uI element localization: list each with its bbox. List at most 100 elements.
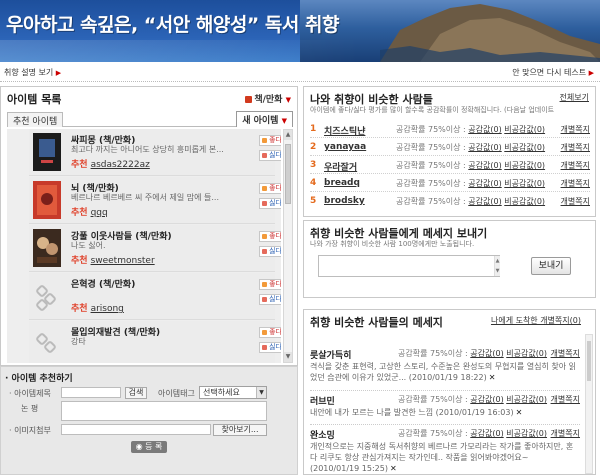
taste-description-link[interactable]: 취향 설명 보기 ▶ <box>4 67 61 78</box>
list-item[interactable]: 싸피몽 (책/만화) 최고다 까지는 아니어도 상당히 흥미롭게 본... 추천… <box>29 129 275 176</box>
agree-link[interactable]: 공감값(0) <box>468 197 501 206</box>
user-name-link[interactable]: breadq <box>324 178 360 188</box>
private-message-link[interactable]: 개별쪽지 <box>561 142 590 153</box>
disagree-link[interactable]: 비공감값(0) <box>506 349 547 358</box>
user-stat: 공감확률 75%이상 : 공감값(0) 비공감값(0) <box>396 161 546 170</box>
messages-scrollbar[interactable] <box>585 334 593 474</box>
register-icon: ◉ <box>135 442 143 451</box>
recommender-link[interactable]: sweetmonster <box>91 256 155 266</box>
disagree-link[interactable]: 비공감값(0) <box>504 197 545 206</box>
user-name-link[interactable]: brodsky <box>324 196 365 206</box>
recommender-link[interactable]: asdas2222az <box>91 160 150 170</box>
message-stat: 공감확률 75%이상 : 공감값(0) 비공감값(0) <box>398 349 548 358</box>
user-name-link[interactable]: 우라잘거 <box>324 160 357 173</box>
disagree-link[interactable]: 비공감값(0) <box>504 125 545 134</box>
private-message-link[interactable]: 개별쪽지 <box>551 394 580 405</box>
user-name-link[interactable]: yanayaa <box>324 142 366 152</box>
dislike-button[interactable]: 싫다 <box>259 294 281 305</box>
agree-link[interactable]: 공감값(0) <box>470 395 503 404</box>
list-item[interactable]: 강풀 이웃사람들 (책/만화) 나도 싫어. 추천 sweetmonster <box>29 225 275 272</box>
message-author[interactable]: 러브민 <box>310 394 335 407</box>
disagree-link[interactable]: 비공감값(0) <box>506 395 547 404</box>
message-textarea-scrollbar[interactable]: ▲ ▼ <box>494 256 500 276</box>
delete-icon[interactable]: ✕ <box>516 408 523 417</box>
message-item: 릇살가득히 공감확률 75%이상 : 공감값(0) 비공감값(0) 개별쪽지 격… <box>310 348 580 383</box>
send-message-subtitle: 나와 가장 취향이 비슷한 사람 100명에게만 노출됩니다. <box>310 240 475 248</box>
similar-user-row: 4 breadq 공감확률 75%이상 : 공감값(0) 비공감값(0) 개별쪽… <box>310 174 590 192</box>
private-message-link[interactable]: 개별쪽지 <box>561 178 590 189</box>
tag-select[interactable]: 선택하세요 ▼ <box>199 386 267 399</box>
like-button[interactable]: 좋다 <box>259 183 281 194</box>
private-message-link[interactable]: 개별쪽지 <box>561 124 590 135</box>
banner-title: 우아하고 속깊은, “서안 해양성” 독서 취향 <box>6 14 339 36</box>
book-cover-thumbnail <box>33 133 61 171</box>
like-button[interactable]: 좋다 <box>259 135 281 146</box>
item-title[interactable]: 은혁경 (책/만화) <box>71 277 135 290</box>
dislike-button[interactable]: 싫다 <box>259 150 281 161</box>
list-item[interactable]: 뇌 (책/만화) 베르나르 베르베르 씨 주에서 제일 맘에 들... 추천 qq… <box>29 177 275 224</box>
like-button[interactable]: 좋다 <box>259 279 281 290</box>
agree-link[interactable]: 공감값(0) <box>468 179 501 188</box>
message-author[interactable]: 릇살가득히 <box>310 348 351 361</box>
agree-link[interactable]: 공감값(0) <box>468 125 501 134</box>
dislike-button[interactable]: 싫다 <box>259 198 281 209</box>
private-message-link[interactable]: 개별쪽지 <box>551 428 580 439</box>
delete-icon[interactable]: ✕ <box>489 373 496 382</box>
item-name-input[interactable] <box>61 387 121 398</box>
item-list: 싸피몽 (책/만화) 최고다 까지는 아니어도 상당히 흥미롭게 본... 추천… <box>7 129 281 363</box>
user-name-link[interactable]: 치즈스틱냔 <box>324 124 365 137</box>
disagree-link[interactable]: 비공감값(0) <box>504 179 545 188</box>
tab-recommended[interactable]: 추천 아이템 <box>7 112 64 127</box>
dislike-button[interactable]: 싫다 <box>259 246 281 257</box>
message-stat: 공감확률 75%이상 : 공감값(0) 비공감값(0) <box>398 429 548 438</box>
inbox-link[interactable]: 나에게 도착한 개별쪽지(0) <box>491 315 581 326</box>
item-list-title: 아이템 목록 <box>7 93 62 106</box>
book-cover-thumbnail <box>33 181 61 219</box>
message-body: 개인적으로는 지중해성 독서취향의 베르나르 가모리라는 작가를 좋아하지만, … <box>310 442 574 473</box>
dislike-button[interactable]: 싫다 <box>259 342 281 353</box>
similar-user-row: 5 brodsky 공감확률 75%이상 : 공감값(0) 비공감값(0) 개별… <box>310 192 590 210</box>
messages-title: 취향 비슷한 사람들의 메세지 <box>310 316 443 329</box>
category-select[interactable]: 책/만화 ▼ <box>245 92 291 105</box>
item-recommender: 추천 sweetmonster <box>71 256 155 266</box>
disagree-link[interactable]: 비공감값(0) <box>506 429 547 438</box>
agree-link[interactable]: 공감값(0) <box>470 429 503 438</box>
placeholder-image-icon <box>33 277 61 315</box>
tab-new-items[interactable]: 새 아이템 ▼ <box>236 111 293 127</box>
scrollbar-thumb[interactable] <box>285 144 291 204</box>
recommender-link[interactable]: qqq <box>91 208 108 218</box>
delete-icon[interactable]: ✕ <box>390 464 397 473</box>
scroll-down-icon[interactable]: ▼ <box>284 352 292 362</box>
like-button[interactable]: 좋다 <box>259 231 281 242</box>
messages-panel: 취향 비슷한 사람들의 메세지 나에게 도착한 개별쪽지(0) 릇살가득히 공감… <box>303 309 596 475</box>
browse-button[interactable]: 찾아보기... <box>213 424 267 436</box>
message-body: 격식을 갖춘 표현력, 고상한 스토리, 수준높은 완성도의 무협지를 열심히 … <box>310 362 577 382</box>
agree-link[interactable]: 공감값(0) <box>468 161 501 170</box>
message-author[interactable]: 완소밍 <box>310 428 335 441</box>
image-path-input[interactable] <box>61 424 211 435</box>
agree-link[interactable]: 공감값(0) <box>468 143 501 152</box>
submit-recommend-button[interactable]: ◉ 등 록 <box>131 441 167 453</box>
scroll-up-icon[interactable]: ▲ <box>284 130 292 140</box>
private-message-link[interactable]: 개별쪽지 <box>561 196 590 207</box>
private-message-link[interactable]: 개별쪽지 <box>551 348 580 359</box>
item-list-scrollbar[interactable]: ▲ ▼ <box>283 129 293 363</box>
list-item[interactable]: 몰입의재발견 (책/만화) 강타 <box>29 321 275 363</box>
item-recommender: 추천 arisong <box>71 304 124 314</box>
retest-link[interactable]: 안 맞으면 다시 테스트 ▶ <box>512 67 594 78</box>
list-item[interactable]: 은혁경 (책/만화) 추천 arisong <box>29 273 275 320</box>
agree-link[interactable]: 공감값(0) <box>470 349 503 358</box>
scrollbar-thumb[interactable] <box>587 341 591 381</box>
send-button[interactable]: 보내기 <box>531 257 571 275</box>
similar-user-row: 2 yanayaa 공감확률 75%이상 : 공감값(0) 비공감값(0) 개별… <box>310 138 590 156</box>
send-message-panel: 취향 비슷한 사람들에게 메세지 보내기 나와 가장 취향이 비슷한 사람 10… <box>303 220 596 298</box>
disagree-link[interactable]: 비공감값(0) <box>504 161 545 170</box>
recommender-link[interactable]: arisong <box>91 304 124 314</box>
private-message-link[interactable]: 개별쪽지 <box>561 160 590 171</box>
message-textarea[interactable] <box>318 255 500 277</box>
search-button[interactable]: 검색 <box>125 387 147 399</box>
view-all-link[interactable]: 전체보기 <box>560 92 589 103</box>
review-textarea[interactable] <box>61 401 267 421</box>
like-button[interactable]: 좋다 <box>259 327 281 338</box>
disagree-link[interactable]: 비공감값(0) <box>504 143 545 152</box>
